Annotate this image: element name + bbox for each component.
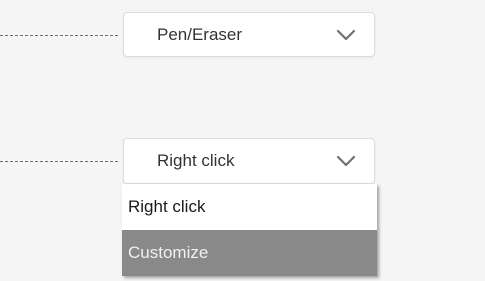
chevron-down-icon	[336, 29, 356, 40]
menu-option-customize[interactable]: Customize	[122, 230, 377, 276]
menu-option-right-click[interactable]: Right click	[122, 184, 377, 230]
pen-eraser-dropdown[interactable]: Pen/Eraser	[123, 12, 375, 57]
dropdown-value: Pen/Eraser	[157, 24, 243, 44]
chevron-down-icon	[336, 155, 356, 167]
right-click-dropdown[interactable]: Right click	[123, 138, 375, 184]
dropdown-value: Right click	[157, 151, 235, 170]
leader-line-bottom	[0, 161, 118, 162]
leader-line-top	[0, 35, 118, 36]
dropdown-menu: Right click Customize	[122, 184, 377, 276]
